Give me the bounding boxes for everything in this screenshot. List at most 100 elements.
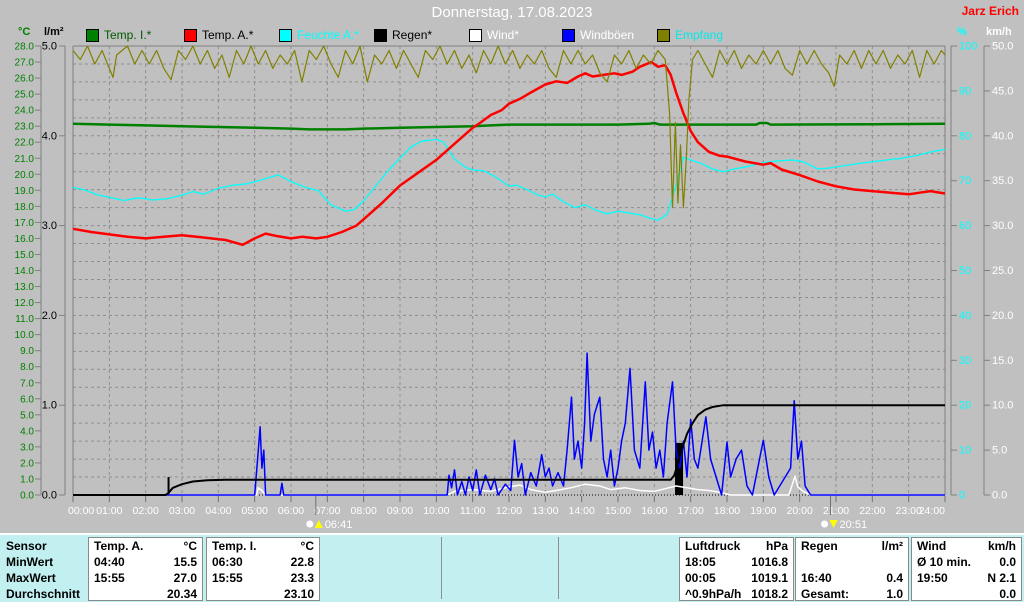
- x-tick-label: 02:00: [133, 505, 159, 517]
- tick-label-degc: 5.0: [20, 410, 34, 421]
- tick-label-degc: 19.0: [15, 186, 35, 197]
- cell-time: 00:05: [685, 571, 716, 585]
- cell-row-2: 0.0: [917, 587, 1016, 602]
- tick-label-kmh: 20.0: [992, 310, 1013, 322]
- tick-label-degc: 27.0: [15, 58, 35, 69]
- table-cell-temp-a-: Temp. A. °C 04:40 15.5 15:55 27.0 20.34: [88, 537, 203, 601]
- cell-time: 19:50: [917, 571, 948, 585]
- tick-label-lm2: 0.0: [42, 490, 57, 502]
- cell-time: Regen: [801, 539, 838, 553]
- cell-time: Temp. I.: [212, 539, 257, 553]
- row-label-sensor: Sensor: [6, 539, 47, 553]
- tick-label-pct: 50: [959, 265, 971, 277]
- y-axis-pct: 0 10 20 30 40 50 60 70 80 90 100: [950, 41, 977, 502]
- cell-value: °C: [300, 539, 314, 553]
- x-tick-label: 13:00: [532, 505, 558, 517]
- cell-time: Ø 10 min.: [917, 555, 972, 569]
- cell-value: 23.10: [283, 587, 314, 601]
- cell-value: hPa: [765, 539, 788, 553]
- tick-label-pct: 20: [959, 400, 971, 412]
- tick-label-degc: 21.0: [15, 154, 35, 165]
- cell-row-2: Gesamt: 1.0: [801, 587, 903, 602]
- cell-value: l/m²: [881, 539, 903, 553]
- cell-time: 06:30: [212, 555, 243, 569]
- cell-value: 1018.2: [751, 587, 788, 601]
- cell-header: Luftdruck hPa: [685, 539, 788, 555]
- x-tick-label: 04:00: [205, 505, 231, 517]
- cell-value: N 2.1: [987, 571, 1016, 585]
- sunset-time-label: 20:51: [840, 519, 868, 531]
- tick-label-degc: 6.0: [20, 394, 34, 405]
- tick-label-pct: 100: [959, 41, 977, 53]
- tick-label-kmh: 40.0: [992, 130, 1013, 142]
- cell-row-1: 19:50 N 2.1: [917, 571, 1016, 587]
- x-tick-label: 24:00: [919, 505, 945, 517]
- tick-label-pct: 0: [959, 490, 965, 502]
- cell-header: Temp. I. °C: [212, 539, 314, 555]
- cell-row-0: 18:05 1016.8: [685, 555, 788, 571]
- tick-label-kmh: 50.0: [992, 41, 1013, 53]
- sunrise-icon: [306, 520, 314, 528]
- tick-label-degc: 9.0: [20, 346, 34, 357]
- cell-time: Luftdruck: [685, 539, 741, 553]
- tick-label-lm2: 2.0: [42, 310, 57, 322]
- cell-row-1: 15:55 27.0: [94, 571, 197, 587]
- tick-label-degc: 11.0: [15, 314, 34, 325]
- x-tick-label: 12:00: [496, 505, 522, 517]
- tick-label-lm2: 5.0: [42, 41, 57, 53]
- summary-table: Sensor MinWert MaxWert Durchschnitt Temp…: [0, 533, 1024, 602]
- cell-value: 15.5: [173, 555, 197, 569]
- summary-row-labels: Sensor MinWert MaxWert Durchschnitt: [6, 538, 86, 602]
- tick-label-degc: 1.0: [20, 474, 34, 485]
- x-tick-label: 07:00: [314, 505, 340, 517]
- tick-label-degc: 8.0: [20, 362, 34, 373]
- cell-value: 0.0: [999, 555, 1016, 569]
- x-tick-label: 16:00: [641, 505, 667, 517]
- tick-label-pct: 90: [959, 85, 971, 97]
- cell-value: 27.0: [173, 571, 197, 585]
- x-tick-label: 00:00: [68, 505, 94, 517]
- tick-label-degc: 0.0: [20, 491, 34, 502]
- table-cell-temp-i-: Temp. I. °C 06:30 22.8 15:55 23.3 23.10: [206, 537, 320, 601]
- x-tick-label: 17:00: [678, 505, 704, 517]
- y-axis-kmh: 0.0 5.0 10.0 15.0 20.0 25.0 30.0 35.0 40.0 45.0 50…: [983, 41, 1013, 502]
- cell-value: 0.0: [999, 587, 1016, 601]
- sunrise-time-label: 06:41: [325, 519, 353, 531]
- cell-value: 1016.8: [751, 555, 788, 569]
- tick-label-degc: 18.0: [15, 202, 35, 213]
- cell-time: 16:40: [801, 571, 832, 585]
- cell-row-1: 15:55 23.3: [212, 571, 314, 587]
- cell-row-0: 04:40 15.5: [94, 555, 197, 571]
- x-tick-label: 21:00: [823, 505, 849, 517]
- table-divider: [558, 537, 559, 599]
- tick-label-degc: 20.0: [15, 170, 35, 181]
- tick-label-degc: 14.0: [15, 266, 35, 277]
- x-tick-label: 22:00: [859, 505, 885, 517]
- tick-label-degc: 15.0: [15, 250, 35, 261]
- tick-label-kmh: 35.0: [992, 175, 1013, 187]
- cell-value: °C: [183, 539, 197, 553]
- cell-header: Regen l/m²: [801, 539, 903, 555]
- cell-value: 20.34: [166, 587, 197, 601]
- tick-label-pct: 70: [959, 175, 971, 187]
- tick-label-degc: 23.0: [15, 122, 35, 133]
- tick-label-pct: 80: [959, 130, 971, 142]
- cell-header: Temp. A. °C: [94, 539, 197, 555]
- x-tick-label: 06:00: [278, 505, 304, 517]
- tick-label-degc: 24.0: [15, 106, 35, 117]
- tick-label-degc: 7.0: [20, 378, 34, 389]
- x-tick-label: 19:00: [750, 505, 776, 517]
- cell-time: ^0.9hPa/h: [685, 587, 742, 601]
- grid: [73, 46, 945, 495]
- cell-value: 23.3: [290, 571, 314, 585]
- cell-row-2: ^0.9hPa/h 1018.2: [685, 587, 788, 602]
- cell-time: 15:55: [94, 571, 125, 585]
- tick-label-kmh: 5.0: [992, 445, 1007, 457]
- x-tick-label: 05:00: [242, 505, 268, 517]
- weather-chart: 0.0 1.0 2.0 3.0 4.0 5.0 6.0 7.0 8.0 9.0 10.0 11.0 12…: [15, 41, 1014, 532]
- tick-label-kmh: 45.0: [992, 85, 1013, 97]
- x-tick-label: 14:00: [569, 505, 595, 517]
- cell-row-0: [801, 555, 903, 571]
- x-tick-label: 11:00: [460, 505, 486, 517]
- table-divider: [441, 537, 442, 599]
